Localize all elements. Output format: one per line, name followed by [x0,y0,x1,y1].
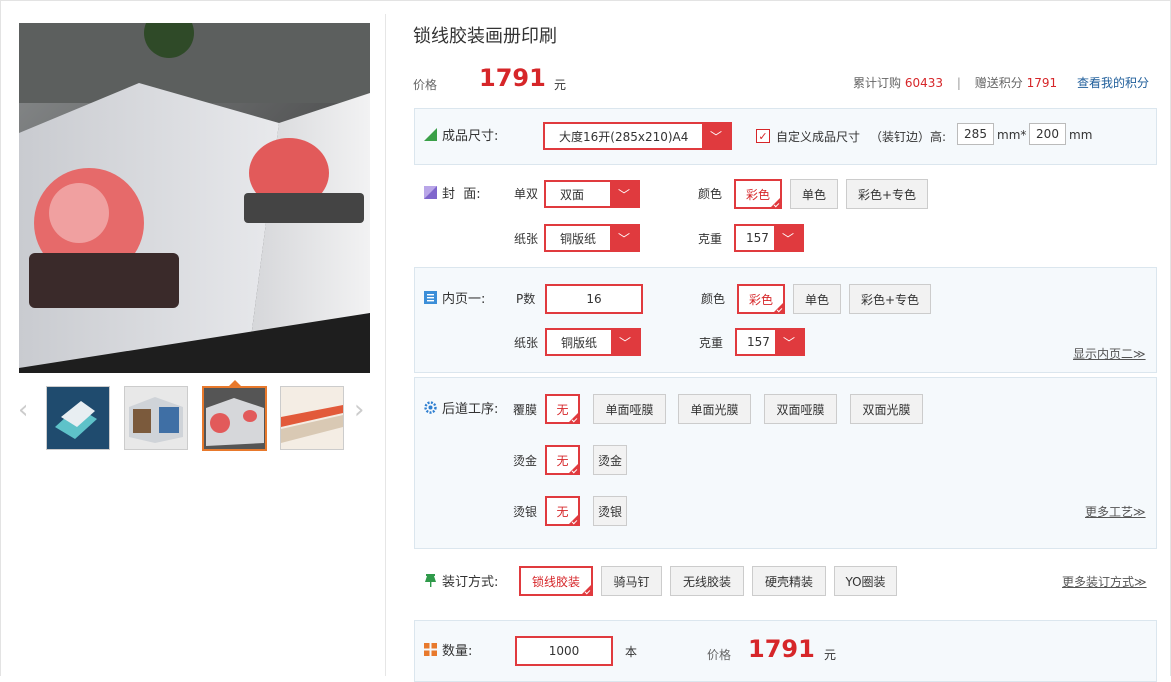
silver-label: 烫银 [513,505,538,519]
cover-weight-label: 克重 [698,232,723,246]
height-input[interactable]: 285 [957,123,994,145]
silver-option-2[interactable]: 烫银 [593,496,627,526]
show-inner-page-2-link[interactable]: 显示内页二≫ [1073,345,1146,362]
thumb-next-arrow-icon[interactable]: › [354,397,364,423]
chevron-down-icon: ﹀ [774,226,802,250]
binding-option-3[interactable]: 无线胶装 [670,566,744,596]
gear-icon [424,401,437,414]
price-unit: 元 [554,78,567,92]
film-option-4[interactable]: 双面哑膜 [764,394,837,424]
film-label: 覆膜 [513,403,538,417]
cover-color-label: 颜色 [698,187,723,201]
triangle-ruler-icon [424,128,437,141]
price-value: 1791 [479,64,546,92]
inner-paper-label: 纸张 [514,336,539,350]
silver-option-none[interactable]: 无 [545,496,580,526]
thumbnail-4[interactable] [280,386,344,450]
quantity-price-label: 价格 [707,648,732,662]
height-unit: mm* [997,128,1027,142]
cover-color-option-2[interactable]: 单色 [790,179,838,209]
inner-panel [414,267,1157,373]
finishing-row-label: 后道工序: [424,398,498,417]
chevron-down-icon: ﹀ [775,330,803,354]
grid-icon [424,643,437,656]
custom-size-checkbox[interactable]: ✓ [756,129,770,143]
stats-separator: | [956,76,961,90]
quantity-row-label: 数量: [424,640,472,659]
list-page-icon [424,291,437,304]
inner-weight-select[interactable]: 157 ﹀ [735,328,805,356]
points-count: 1791 [1026,76,1058,90]
thumbnail-3-active[interactable] [202,386,267,451]
binding-option-1[interactable]: 锁线胶装 [519,566,593,596]
inner-row-label: 内页一: [424,288,485,307]
film-option-2[interactable]: 单面哑膜 [593,394,666,424]
inner-pages-input[interactable]: 16 [545,284,643,314]
cover-paper-select[interactable]: 铜版纸 ﹀ [544,224,640,252]
points-label: 赠送积分 [974,76,1023,90]
main-product-image [19,23,370,373]
cover-row-label: 封 面: [424,183,481,202]
inner-color-option-2[interactable]: 单色 [793,284,841,314]
orders-count: 60433 [904,76,944,90]
more-binding-link[interactable]: 更多装订方式≫ [1062,573,1147,590]
chevron-down-icon: ﹀ [610,182,638,206]
inner-color-label: 颜色 [701,292,726,306]
cover-paper-label: 纸张 [514,232,539,246]
thumbnail-2[interactable] [124,386,188,450]
film-option-3[interactable]: 单面光膜 [678,394,751,424]
order-stats: 累计订购 60433 | 赠送积分 1791 查看我的积分 [853,74,1149,91]
custom-size-label: 自定义成品尺寸 [776,130,861,144]
cover-color-option-1[interactable]: 彩色 [734,179,782,209]
binding-option-5[interactable]: YO圈装 [834,566,897,596]
quantity-price-unit: 元 [824,648,837,662]
binding-edge-label: （装钉边）高: [870,130,947,144]
inner-weight-label: 克重 [699,336,724,350]
size-select[interactable]: 大度16开(285x210)A4 ﹀ [543,122,732,150]
cover-color-option-3[interactable]: 彩色+专色 [846,179,928,209]
thumb-prev-arrow-icon[interactable]: ‹ [18,397,28,423]
chevron-down-icon: ﹀ [702,124,730,148]
chevron-down-icon: ﹀ [610,226,638,250]
more-finishing-link[interactable]: 更多工艺≫ [1085,503,1146,520]
width-unit: mm [1069,128,1093,142]
chevron-down-icon: ﹀ [611,330,639,354]
film-option-none[interactable]: 无 [545,394,580,424]
cover-square-icon [424,186,437,199]
cover-sides-select[interactable]: 双面 ﹀ [544,180,640,208]
orders-label: 累计订购 [853,76,902,90]
column-divider [385,14,386,676]
film-option-5[interactable]: 双面光膜 [850,394,923,424]
cover-sides-label: 单双 [514,187,539,201]
quantity-price-value: 1791 [748,635,815,663]
binding-option-4[interactable]: 硬壳精装 [752,566,826,596]
quantity-unit: 本 [625,645,638,659]
pin-icon [425,574,436,587]
my-points-link[interactable]: 查看我的积分 [1077,76,1149,90]
binding-option-2[interactable]: 骑马钉 [601,566,662,596]
inner-pages-label: P数 [516,292,536,306]
gold-option-2[interactable]: 烫金 [593,445,627,475]
inner-color-option-3[interactable]: 彩色+专色 [849,284,931,314]
thumbnail-1[interactable] [46,386,110,450]
inner-color-option-1[interactable]: 彩色 [737,284,785,314]
binding-row-label: 装订方式: [424,571,498,590]
size-row-label: 成品尺寸: [424,125,498,144]
quantity-input[interactable]: 1000 [515,636,613,666]
product-title: 锁线胶装画册印刷 [413,26,557,47]
gold-label: 烫金 [513,454,538,468]
inner-paper-select[interactable]: 铜版纸 ﹀ [545,328,641,356]
price-label: 价格 [413,78,438,92]
width-input[interactable]: 200 [1029,123,1066,145]
cover-weight-select[interactable]: 157 ﹀ [734,224,804,252]
gold-option-none[interactable]: 无 [545,445,580,475]
